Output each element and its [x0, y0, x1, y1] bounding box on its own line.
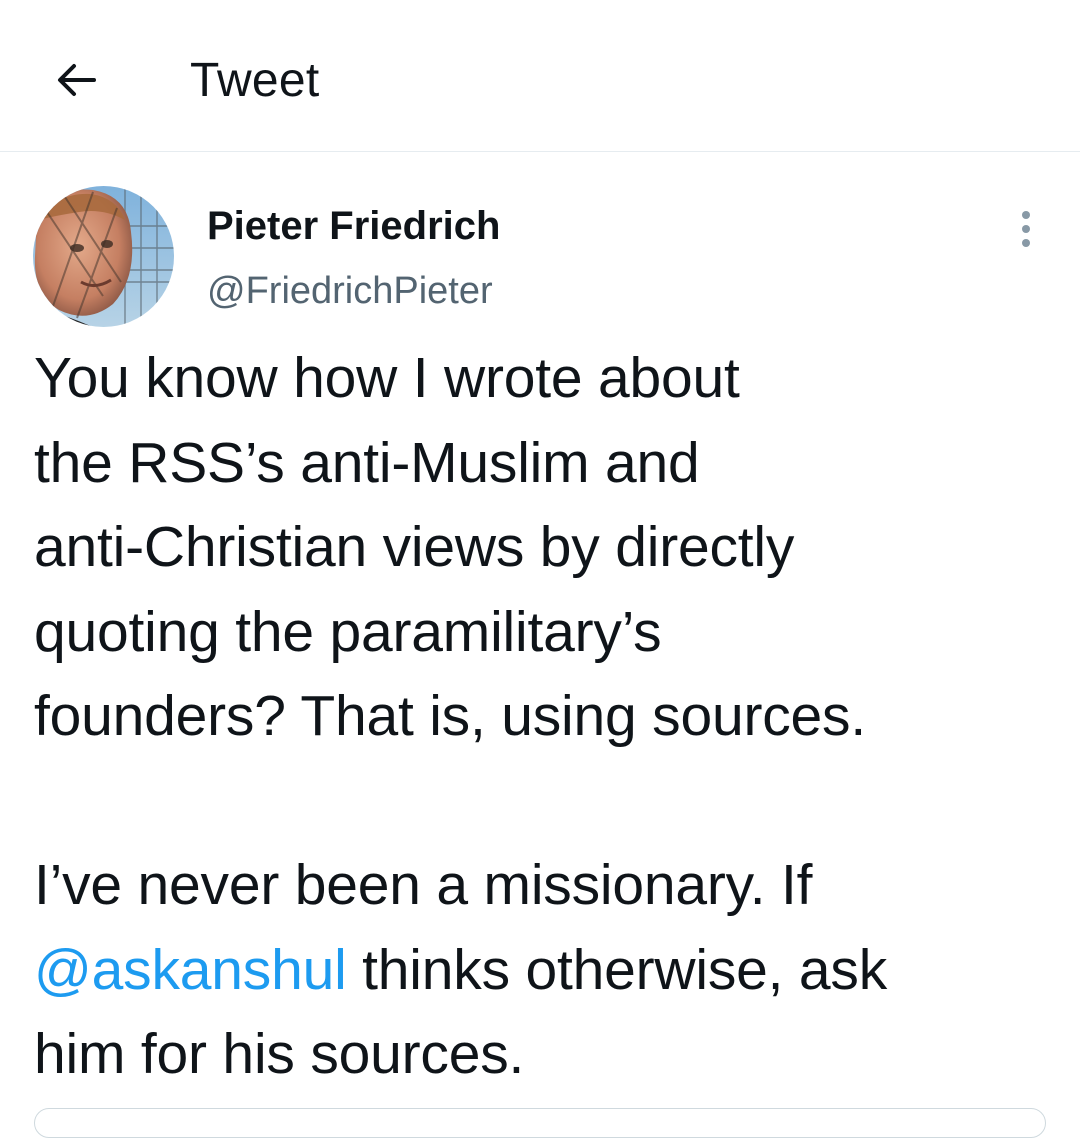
tweet-text: You know how I wrote about the RSS’s ant… — [34, 336, 1054, 1097]
more-vertical-icon — [1022, 211, 1030, 247]
more-options-button[interactable] — [1004, 205, 1048, 253]
avatar[interactable] — [33, 186, 174, 327]
arrow-left-icon — [58, 64, 96, 96]
page-title: Tweet — [190, 54, 320, 107]
tweet-line-text: thinks otherwise, ask — [346, 937, 888, 1002]
tweet-line: anti-Christian views by directly — [34, 515, 795, 579]
mention-link[interactable]: @askanshul — [34, 938, 347, 1002]
author-handle[interactable]: @FriedrichPieter — [207, 267, 493, 315]
quoted-card-edge[interactable] — [34, 1108, 1046, 1138]
tweet-line: quoting the paramilitary’s — [34, 599, 662, 664]
tweet-line: the RSS’s anti-Muslim and — [34, 430, 700, 495]
tweet-line: You know how I wrote about — [34, 346, 740, 410]
tweet-line: I’ve never been a missionary. If — [34, 853, 813, 917]
tweet-line: him for his sources. — [34, 1022, 525, 1086]
tweet-line: founders? That is, using sources. — [34, 684, 866, 748]
top-bar: Tweet — [0, 0, 1080, 152]
author-display-name[interactable]: Pieter Friedrich — [207, 201, 500, 251]
back-button[interactable] — [40, 44, 112, 116]
avatar-photo — [33, 186, 174, 327]
tweet-line: @askanshul thinks otherwise, ask — [34, 928, 1054, 1013]
